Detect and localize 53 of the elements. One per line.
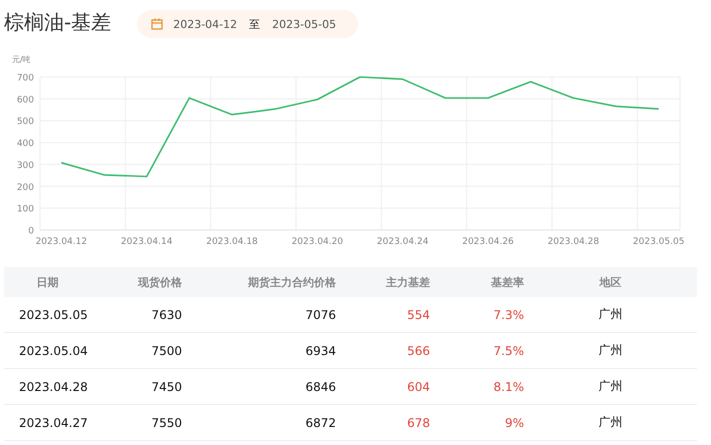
x-tick-label: 2023.04.14 xyxy=(120,237,172,247)
start-date: 2023-04-12 xyxy=(173,18,238,30)
y-tick-label: 0 xyxy=(28,226,34,236)
table-cell: 7450 xyxy=(151,380,182,394)
table-cell: 7550 xyxy=(151,416,182,430)
table-cell: 2023.04.28 xyxy=(19,380,88,394)
y-tick-label: 300 xyxy=(16,160,34,171)
calendar-icon xyxy=(151,18,164,30)
table-cell: 9% xyxy=(504,416,524,430)
x-tick-label: 2023.04.20 xyxy=(292,237,344,247)
table-cell: 678 xyxy=(407,416,430,430)
y-tick-label: 600 xyxy=(16,95,34,106)
table-cell: 广州 xyxy=(598,342,622,359)
x-tick-label: 2023.04.26 xyxy=(462,237,514,247)
table-cell: 604 xyxy=(407,380,430,394)
table-cell: 6872 xyxy=(305,416,336,430)
column-header: 地区 xyxy=(600,274,622,290)
table-cell: 广州 xyxy=(598,414,622,431)
range-separator: 至 xyxy=(249,16,260,32)
table-cell: 7.3% xyxy=(494,308,524,322)
end-date: 2023-05-05 xyxy=(272,18,336,30)
y-axis-unit: 元/吨 xyxy=(12,55,31,64)
table-cell: 2023.05.05 xyxy=(19,308,88,322)
table-cell: 566 xyxy=(407,344,430,358)
x-tick-label: 2023.04.24 xyxy=(376,237,428,247)
x-tick-label: 2023.04.28 xyxy=(548,237,600,247)
table-cell: 广州 xyxy=(598,306,622,323)
y-tick-label: 200 xyxy=(16,182,34,193)
table-cell: 7630 xyxy=(151,308,182,322)
column-header: 主力基差 xyxy=(386,274,430,290)
table-cell: 8.1% xyxy=(494,380,524,394)
column-header: 日期 xyxy=(36,274,58,290)
table-cell: 广州 xyxy=(598,378,622,395)
y-tick-label: 400 xyxy=(16,139,34,150)
table-cell: 7.5% xyxy=(494,344,524,358)
table-cell: 7076 xyxy=(305,308,336,322)
x-tick-label: 2023.05.05 xyxy=(632,237,684,247)
table-cell: 2023.04.27 xyxy=(19,416,88,430)
table-cell: 6934 xyxy=(305,344,336,358)
date-range-picker[interactable]: 2023-04-12 至 2023-05-05 xyxy=(137,10,358,38)
column-header: 期货主力合约价格 xyxy=(248,274,336,290)
column-header: 现货价格 xyxy=(138,274,182,290)
y-tick-label: 100 xyxy=(16,204,34,215)
table-cell: 6846 xyxy=(305,380,336,394)
table-cell: 2023.05.04 xyxy=(19,344,88,358)
x-tick-label: 2023.04.12 xyxy=(36,237,88,247)
page-title: 棕榈油-基差 xyxy=(4,8,112,36)
x-tick-label: 2023.04.18 xyxy=(206,237,258,247)
column-header: 基差率 xyxy=(491,274,524,290)
y-tick-label: 500 xyxy=(16,117,34,128)
table-cell: 7500 xyxy=(151,344,182,358)
y-tick-label: 700 xyxy=(16,74,34,84)
table-cell: 554 xyxy=(407,308,430,322)
